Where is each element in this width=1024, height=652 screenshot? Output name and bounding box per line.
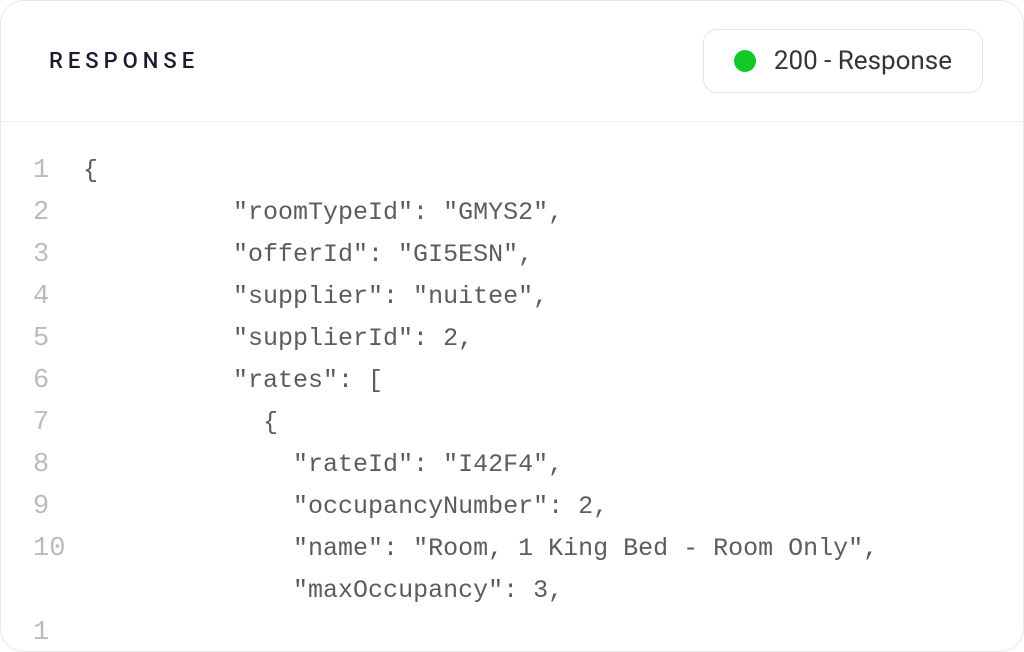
- code-line: {: [83, 402, 1023, 444]
- code-line: "offerId": "GI5ESN",: [83, 234, 1023, 276]
- status-text: 200 - Response: [774, 46, 952, 76]
- line-number: 5: [33, 318, 67, 360]
- code-line: "rateId": "I42F4",: [83, 444, 1023, 486]
- line-number: 8: [33, 444, 67, 486]
- response-title: RESPONSE: [49, 49, 199, 74]
- response-header: RESPONSE 200 - Response: [1, 1, 1023, 122]
- code-line: "roomTypeId": "GMYS2",: [83, 192, 1023, 234]
- code-line: "name": "Room, 1 King Bed - Room Only",: [83, 528, 1023, 570]
- code-line: "maxOccupancy": 3,: [83, 570, 1023, 612]
- line-number: 6: [33, 360, 67, 402]
- code-area[interactable]: 1 2 3 4 5 6 7 8 9 10 1 { "roomTypeId": "…: [1, 122, 1023, 651]
- line-number: 4: [33, 276, 67, 318]
- status-dot-icon: [734, 50, 756, 72]
- response-panel: RESPONSE 200 - Response 1 2 3 4 5 6 7 8 …: [0, 0, 1024, 652]
- code-line: "supplier": "nuitee",: [83, 276, 1023, 318]
- code-line: "rates": [: [83, 360, 1023, 402]
- status-badge[interactable]: 200 - Response: [703, 29, 983, 93]
- line-number: 7: [33, 402, 67, 444]
- code-content: { "roomTypeId": "GMYS2", "offerId": "GI5…: [67, 150, 1023, 651]
- code-line: {: [83, 150, 1023, 192]
- code-line: "occupancyNumber": 2,: [83, 486, 1023, 528]
- line-number: 10: [33, 528, 67, 612]
- line-number: 9: [33, 486, 67, 528]
- line-number-gutter: 1 2 3 4 5 6 7 8 9 10 1: [1, 150, 67, 651]
- line-number: 2: [33, 192, 67, 234]
- line-number: 3: [33, 234, 67, 276]
- code-line: "supplierId": 2,: [83, 318, 1023, 360]
- line-number: 1: [33, 150, 67, 192]
- line-number: 1: [33, 612, 67, 651]
